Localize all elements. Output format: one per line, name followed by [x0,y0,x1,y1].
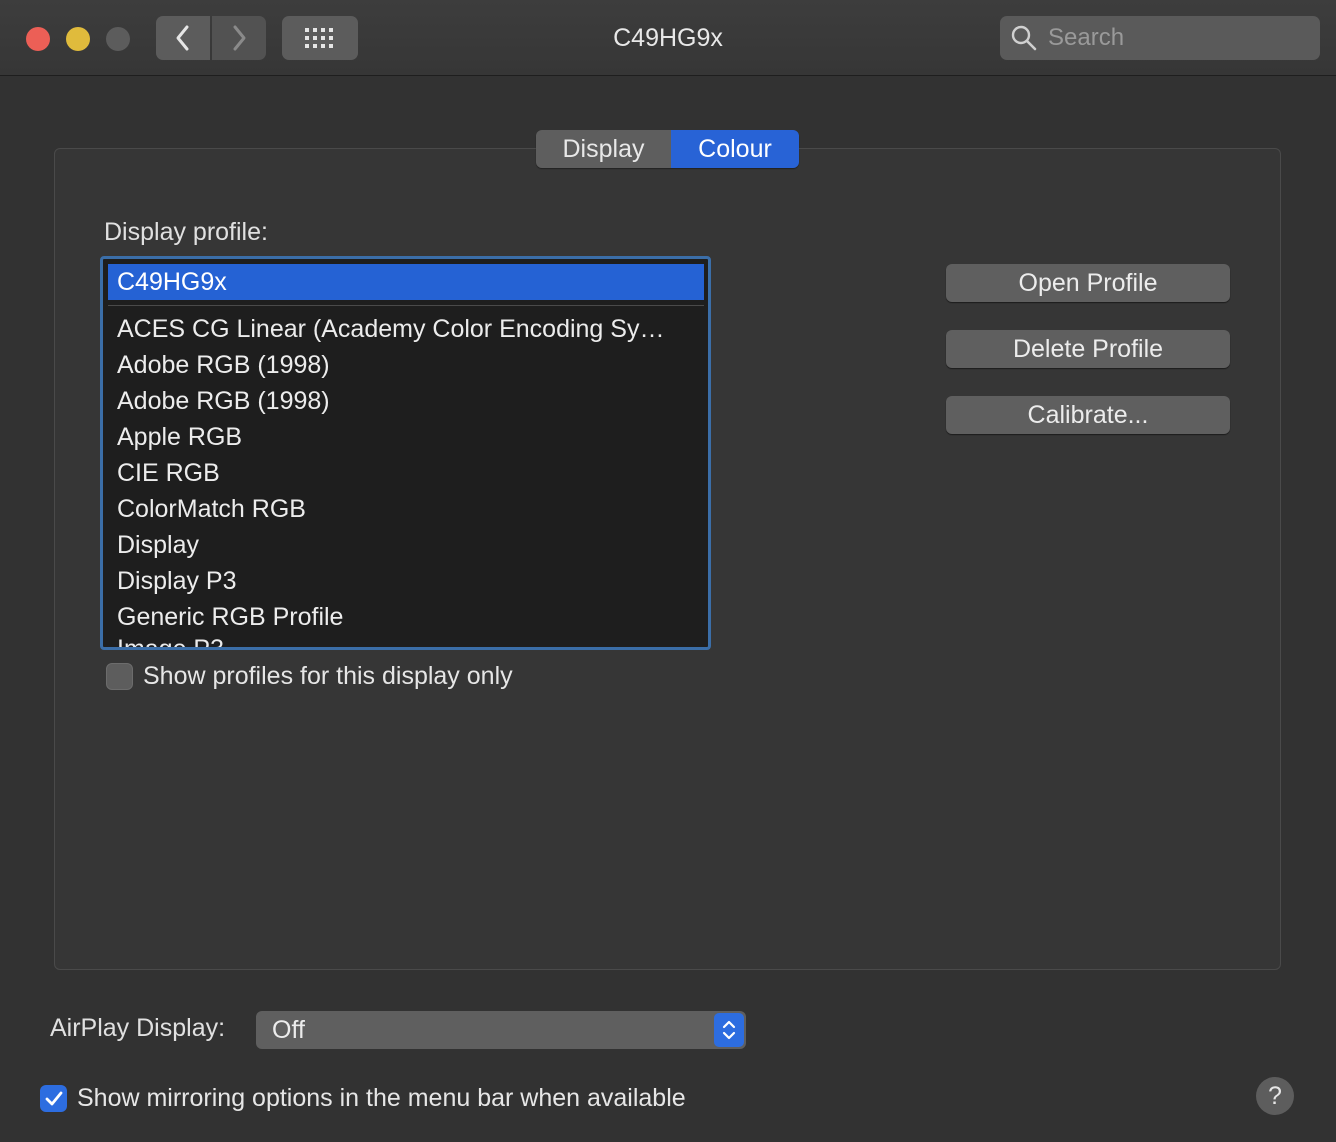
profile-list[interactable]: C49HG9x ACES CG Linear (Academy Color En… [100,256,711,650]
list-item[interactable]: ColorMatch RGB [117,491,664,527]
airplay-value: Off [272,1015,305,1044]
mirroring-label: Show mirroring options in the menu bar w… [77,1084,686,1112]
show-profiles-checkbox[interactable] [106,663,133,690]
search-field[interactable] [1000,16,1320,60]
list-item[interactable]: Display [117,527,664,563]
list-item[interactable]: Apple RGB [117,419,664,455]
profile-list-items: ACES CG Linear (Academy Color Encoding S… [117,311,664,648]
airplay-label: AirPlay Display: [50,1014,226,1042]
list-separator [108,305,704,306]
show-profiles-label: Show profiles for this display only [143,662,513,690]
checkmark-icon [45,1091,62,1105]
airplay-select[interactable]: Off [256,1011,746,1049]
mirroring-checkbox[interactable] [40,1085,67,1112]
tab-colour[interactable]: Colour [671,130,799,168]
list-item[interactable]: Adobe RGB (1998) [117,383,664,419]
tab-display[interactable]: Display [536,130,671,168]
list-item[interactable]: Display P3 [117,563,664,599]
list-item-selected[interactable]: C49HG9x [108,264,704,300]
open-profile-button[interactable]: Open Profile [946,264,1230,302]
title-bar: C49HG9x [0,0,1336,76]
tab-bar: Display Colour [536,130,799,168]
list-item[interactable]: CIE RGB [117,455,664,491]
calibrate-button[interactable]: Calibrate... [946,396,1230,434]
list-item[interactable]: Image P3 [117,635,664,647]
delete-profile-button[interactable]: Delete Profile [946,330,1230,368]
list-item[interactable]: ACES CG Linear (Academy Color Encoding S… [117,311,664,347]
list-item[interactable]: Adobe RGB (1998) [117,347,664,383]
help-button[interactable]: ? [1256,1077,1294,1115]
popup-arrows-icon [714,1013,744,1047]
system-preferences-window: C49HG9x Display Colour Display profile: … [0,0,1336,1142]
search-input[interactable] [1046,23,1310,53]
show-profiles-option[interactable]: Show profiles for this display only [106,662,513,691]
display-profile-label: Display profile: [104,218,268,246]
search-icon [1011,25,1037,51]
mirroring-option[interactable]: Show mirroring options in the menu bar w… [40,1084,686,1113]
list-item[interactable]: Generic RGB Profile [117,599,664,635]
